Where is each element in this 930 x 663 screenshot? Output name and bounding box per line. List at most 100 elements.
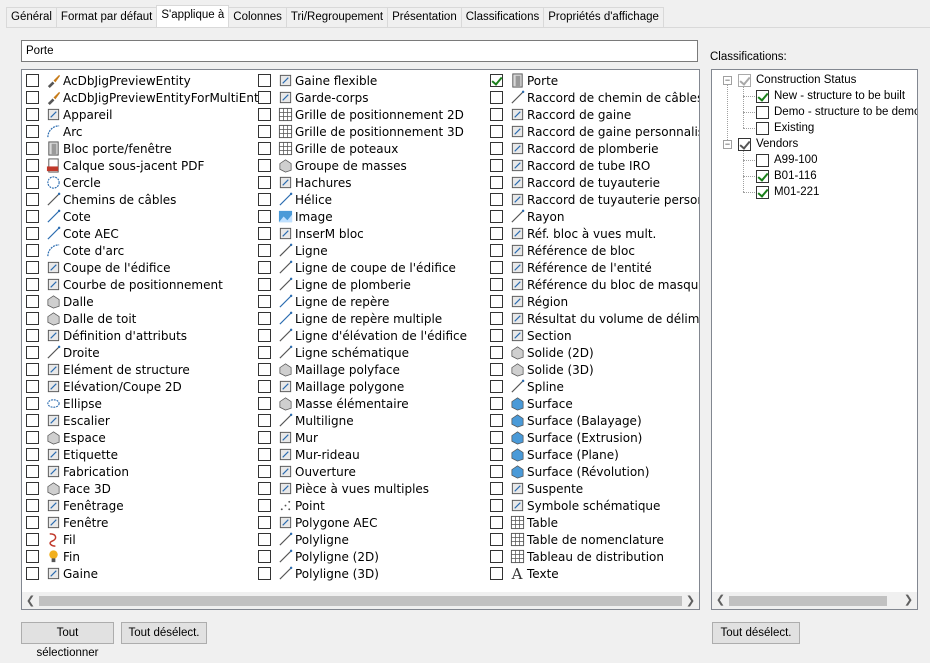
tree-item[interactable]: Demo - structure to be demolished bbox=[756, 104, 917, 120]
list-item[interactable]: Surface bbox=[490, 395, 699, 412]
list-item[interactable]: Ouverture bbox=[258, 463, 467, 480]
list-item[interactable]: Fenêtrage bbox=[26, 497, 265, 514]
list-item[interactable]: Réf. bloc à vues mult. bbox=[490, 225, 699, 242]
checkbox[interactable] bbox=[26, 108, 39, 121]
checkbox[interactable] bbox=[258, 533, 271, 546]
list-item[interactable]: Fabrication bbox=[26, 463, 265, 480]
checkbox[interactable] bbox=[490, 431, 503, 444]
checkbox[interactable] bbox=[490, 550, 503, 563]
tree-item[interactable]: B01-116 bbox=[756, 168, 817, 184]
checkbox[interactable] bbox=[26, 567, 39, 580]
checkbox[interactable] bbox=[756, 169, 769, 183]
checkbox[interactable] bbox=[258, 108, 271, 121]
checkbox[interactable] bbox=[490, 278, 503, 291]
checkbox[interactable] bbox=[258, 142, 271, 155]
list-item[interactable]: Ligne schématique bbox=[258, 344, 467, 361]
list-item[interactable]: AcDbJigPreviewEntityForMultiEnts bbox=[26, 89, 265, 106]
tree-item[interactable]: Existing bbox=[756, 120, 814, 136]
list-item[interactable]: Ligne de plomberie bbox=[258, 276, 467, 293]
checkbox[interactable] bbox=[26, 363, 39, 376]
list-item[interactable]: Surface (Extrusion) bbox=[490, 429, 699, 446]
checkbox[interactable] bbox=[490, 227, 503, 240]
list-item[interactable]: Résultat du volume de délimitation bbox=[490, 310, 699, 327]
list-item[interactable]: Fil bbox=[26, 531, 265, 548]
checkbox[interactable] bbox=[490, 380, 503, 393]
list-item[interactable]: Etiquette bbox=[26, 446, 265, 463]
collapse-icon[interactable]: − bbox=[723, 140, 732, 149]
list-item[interactable]: Appareil bbox=[26, 106, 265, 123]
checkbox[interactable] bbox=[26, 465, 39, 478]
checkbox[interactable] bbox=[258, 414, 271, 427]
list-item[interactable]: Escalier bbox=[26, 412, 265, 429]
list-item[interactable]: Mur bbox=[258, 429, 467, 446]
list-item[interactable]: Table de nomenclature bbox=[490, 531, 699, 548]
collapse-icon[interactable]: − bbox=[723, 76, 732, 85]
checkbox[interactable] bbox=[490, 482, 503, 495]
checkbox[interactable] bbox=[258, 363, 271, 376]
list-item[interactable]: Cote AEC bbox=[26, 225, 265, 242]
checkbox[interactable] bbox=[26, 499, 39, 512]
list-item[interactable]: Solide (3D) bbox=[490, 361, 699, 378]
checkbox[interactable] bbox=[26, 312, 39, 325]
checkbox[interactable] bbox=[26, 431, 39, 444]
checkbox[interactable] bbox=[258, 448, 271, 461]
list-item[interactable]: A Texte bbox=[490, 565, 699, 583]
list-item[interactable]: Grille de poteaux bbox=[258, 140, 467, 157]
checkbox[interactable] bbox=[258, 227, 271, 240]
deselect-all-classifications-button[interactable]: Tout désélect. bbox=[712, 622, 800, 644]
tab-5[interactable]: Présentation bbox=[387, 7, 462, 27]
checkbox[interactable] bbox=[258, 465, 271, 478]
checkbox[interactable] bbox=[490, 210, 503, 223]
checkbox[interactable] bbox=[26, 295, 39, 308]
checkbox[interactable] bbox=[756, 121, 769, 135]
list-item[interactable]: Face 3D bbox=[26, 480, 265, 497]
list-item[interactable]: Ligne d'élévation de l'édifice bbox=[258, 327, 467, 344]
object-filter-input[interactable] bbox=[21, 40, 698, 62]
list-item[interactable]: Polyligne bbox=[258, 531, 467, 548]
list-item[interactable]: Définition d'attributs bbox=[26, 327, 265, 344]
list-item[interactable]: Image bbox=[258, 208, 467, 225]
checkbox[interactable] bbox=[490, 363, 503, 376]
checkbox[interactable] bbox=[26, 346, 39, 359]
scrollbar-thumb[interactable] bbox=[729, 596, 887, 606]
list-item[interactable]: Polygone AEC bbox=[258, 514, 467, 531]
list-item[interactable]: Mur-rideau bbox=[258, 446, 467, 463]
list-item[interactable]: Gaine bbox=[26, 565, 265, 582]
list-item[interactable]: Référence de l'entité bbox=[490, 259, 699, 276]
checkbox[interactable] bbox=[756, 153, 769, 167]
checkbox[interactable] bbox=[756, 89, 769, 103]
list-item[interactable]: Ligne de coupe de l'édifice bbox=[258, 259, 467, 276]
checkbox[interactable] bbox=[738, 137, 751, 151]
list-item[interactable]: Polyligne (2D) bbox=[258, 548, 467, 565]
list-item[interactable]: Hélice bbox=[258, 191, 467, 208]
checkbox[interactable] bbox=[738, 73, 751, 87]
checkbox[interactable] bbox=[490, 414, 503, 427]
list-item[interactable]: Multiligne bbox=[258, 412, 467, 429]
list-item[interactable]: Section bbox=[490, 327, 699, 344]
list-item[interactable]: Grille de positionnement 2D bbox=[258, 106, 467, 123]
checkbox[interactable] bbox=[490, 295, 503, 308]
tree-group-construction-status[interactable]: Construction Status bbox=[738, 72, 856, 88]
list-item[interactable]: Rayon bbox=[490, 208, 699, 225]
checkbox[interactable] bbox=[490, 465, 503, 478]
horizontal-scrollbar[interactable]: ❮ ❯ bbox=[712, 592, 917, 609]
list-item[interactable]: Droite bbox=[26, 344, 265, 361]
list-item[interactable]: Référence de bloc bbox=[490, 242, 699, 259]
checkbox[interactable] bbox=[26, 159, 39, 172]
checkbox[interactable] bbox=[26, 397, 39, 410]
checkbox[interactable] bbox=[26, 244, 39, 257]
list-item[interactable]: Raccord de chemin de câbles bbox=[490, 89, 699, 106]
checkbox[interactable] bbox=[258, 431, 271, 444]
checkbox[interactable] bbox=[490, 108, 503, 121]
deselect-all-button[interactable]: Tout désélect. bbox=[121, 622, 207, 644]
checkbox[interactable] bbox=[26, 227, 39, 240]
checkbox[interactable] bbox=[490, 346, 503, 359]
list-item[interactable]: Polyligne (3D) bbox=[258, 565, 467, 582]
scroll-right-icon[interactable]: ❯ bbox=[682, 592, 699, 609]
list-item[interactable]: Cote bbox=[26, 208, 265, 225]
list-item[interactable]: Fenêtre bbox=[26, 514, 265, 531]
list-item[interactable]: Surface (Balayage) bbox=[490, 412, 699, 429]
checkbox[interactable] bbox=[26, 193, 39, 206]
tree-item[interactable]: A99-100 bbox=[756, 152, 817, 168]
list-item[interactable]: Symbole schématique bbox=[490, 497, 699, 514]
